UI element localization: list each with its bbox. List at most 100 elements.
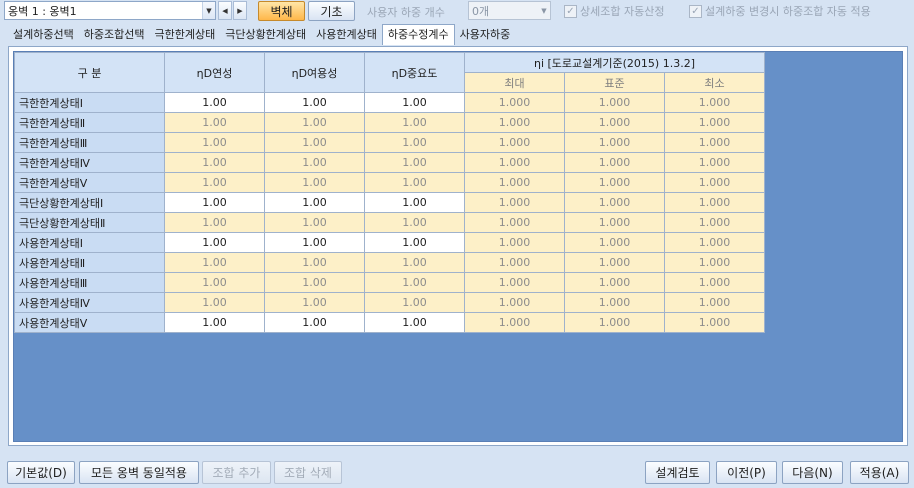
delete-combo-button[interactable]: 조합 삭제 xyxy=(274,461,342,484)
prev-wall-button[interactable]: ◀ xyxy=(218,1,232,20)
apply-button[interactable]: 적용(A) xyxy=(850,461,909,484)
ductility-cell[interactable]: 1.00 xyxy=(164,192,265,213)
next-button[interactable]: 다음(N) xyxy=(782,461,843,484)
tab-strength-limit[interactable]: 극한한계상태 xyxy=(149,25,220,45)
importance-cell: 1.00 xyxy=(364,132,465,153)
eta-min-cell: 1.000 xyxy=(664,112,765,133)
row-label: 사용한계상태Ⅰ xyxy=(14,232,165,253)
ductility-cell[interactable]: 1.00 xyxy=(164,312,265,333)
importance-cell[interactable]: 1.00 xyxy=(364,92,465,113)
table-row: 사용한계상태Ⅲ 1.00 1.00 1.00 1.000 1.000 1.000 xyxy=(14,272,765,293)
importance-cell[interactable]: 1.00 xyxy=(364,192,465,213)
row-label: 사용한계상태Ⅳ xyxy=(14,292,165,313)
add-combo-button[interactable]: 조합 추가 xyxy=(202,461,271,484)
importance-cell: 1.00 xyxy=(364,292,465,313)
eta-min-cell: 1.000 xyxy=(664,312,765,333)
load-modifier-table: 구 분 ηD연성 ηD여용성 ηD중요도 ηi [도로교설계기준(2015) 1… xyxy=(14,52,765,333)
importance-cell: 1.00 xyxy=(364,252,465,273)
table-row: 극한한계상태Ⅱ 1.00 1.00 1.00 1.000 1.000 1.000 xyxy=(14,112,765,133)
eta-max-cell: 1.000 xyxy=(464,92,565,113)
redundancy-cell[interactable]: 1.00 xyxy=(264,192,365,213)
redundancy-cell: 1.00 xyxy=(264,132,365,153)
table-row: 극한한계상태Ⅰ 1.00 1.00 1.00 1.000 1.000 1.000 xyxy=(14,92,765,113)
eta-max-cell: 1.000 xyxy=(464,292,565,313)
table-row: 극한한계상태Ⅳ 1.00 1.00 1.00 1.000 1.000 1.000 xyxy=(14,152,765,173)
tab-design-load-select[interactable]: 설계하중선택 xyxy=(8,25,79,45)
foundation-button[interactable]: 기초 xyxy=(308,1,355,21)
ductility-cell[interactable]: 1.00 xyxy=(164,232,265,253)
header-importance: ηD중요도 xyxy=(364,52,465,93)
auto-apply-combo-checkbox[interactable]: ✓ 설계하중 변경시 하중조합 자동 적용 xyxy=(689,3,871,19)
wall-select[interactable]: 옹벽 1 : 옹벽1 ▼ xyxy=(4,1,216,20)
tab-content-panel: 구 분 ηD연성 ηD여용성 ηD중요도 ηi [도로교설계기준(2015) 1… xyxy=(8,46,908,446)
apply-all-walls-button[interactable]: 모든 옹벽 동일적용 xyxy=(79,461,199,484)
ductility-cell: 1.00 xyxy=(164,252,265,273)
eta-min-cell: 1.000 xyxy=(664,252,765,273)
design-check-button[interactable]: 설계검토 xyxy=(645,461,710,484)
importance-cell[interactable]: 1.00 xyxy=(364,312,465,333)
header-max: 최대 xyxy=(464,72,565,93)
row-label: 극단상황한계상태Ⅱ xyxy=(14,212,165,233)
redundancy-cell[interactable]: 1.00 xyxy=(264,312,365,333)
tab-load-modifier[interactable]: 하중수정계수 xyxy=(381,24,455,45)
wall-body-button[interactable]: 벽체 xyxy=(258,1,305,21)
row-label: 극한한계상태Ⅱ xyxy=(14,112,165,133)
redundancy-cell[interactable]: 1.00 xyxy=(264,232,365,253)
redundancy-cell: 1.00 xyxy=(264,112,365,133)
table-row: 극한한계상태Ⅴ 1.00 1.00 1.00 1.000 1.000 1.000 xyxy=(14,172,765,193)
row-label: 사용한계상태Ⅴ xyxy=(14,312,165,333)
eta-max-cell: 1.000 xyxy=(464,152,565,173)
eta-max-cell: 1.000 xyxy=(464,272,565,293)
redundancy-cell[interactable]: 1.00 xyxy=(264,92,365,113)
eta-max-cell: 1.000 xyxy=(464,312,565,333)
detail-combo-auto-label: 상세조합 자동산정 xyxy=(580,5,665,18)
user-load-count-select[interactable]: 0개 ▼ xyxy=(468,1,551,20)
eta-std-cell: 1.000 xyxy=(564,92,665,113)
table-row: 사용한계상태Ⅳ 1.00 1.00 1.00 1.000 1.000 1.000 xyxy=(14,292,765,313)
ductility-cell: 1.00 xyxy=(164,172,265,193)
chevron-down-icon[interactable]: ▼ xyxy=(202,2,215,19)
eta-max-cell: 1.000 xyxy=(464,112,565,133)
eta-min-cell: 1.000 xyxy=(664,132,765,153)
redundancy-cell: 1.00 xyxy=(264,272,365,293)
table-row: 극한한계상태Ⅲ 1.00 1.00 1.00 1.000 1.000 1.000 xyxy=(14,132,765,153)
tab-user-load[interactable]: 사용자하중 xyxy=(455,25,516,45)
eta-max-cell: 1.000 xyxy=(464,252,565,273)
ductility-cell: 1.00 xyxy=(164,152,265,173)
importance-cell[interactable]: 1.00 xyxy=(364,232,465,253)
table-row: 극단상황한계상태Ⅱ 1.00 1.00 1.00 1.000 1.000 1.000 xyxy=(14,212,765,233)
eta-std-cell: 1.000 xyxy=(564,312,665,333)
auto-apply-combo-label: 설계하중 변경시 하중조합 자동 적용 xyxy=(705,5,871,18)
ductility-cell[interactable]: 1.00 xyxy=(164,92,265,113)
tab-service-limit[interactable]: 사용한계상태 xyxy=(311,25,382,45)
importance-cell: 1.00 xyxy=(364,112,465,133)
header-ductility: ηD연성 xyxy=(164,52,265,93)
eta-std-cell: 1.000 xyxy=(564,132,665,153)
detail-combo-auto-checkbox[interactable]: ✓ 상세조합 자동산정 xyxy=(564,3,664,19)
eta-max-cell: 1.000 xyxy=(464,232,565,253)
row-label: 극한한계상태Ⅴ xyxy=(14,172,165,193)
load-modifier-grid: 구 분 ηD연성 ηD여용성 ηD중요도 ηi [도로교설계기준(2015) 1… xyxy=(13,51,903,442)
user-load-count-value: 0개 xyxy=(472,4,490,18)
wall-select-value: 옹벽 1 : 옹벽1 xyxy=(8,4,77,18)
next-wall-button[interactable]: ▶ xyxy=(233,1,247,20)
row-label: 극단상황한계상태Ⅰ xyxy=(14,192,165,213)
eta-std-cell: 1.000 xyxy=(564,272,665,293)
table-row: 사용한계상태Ⅴ 1.00 1.00 1.00 1.000 1.000 1.000 xyxy=(14,312,765,333)
ductility-cell: 1.00 xyxy=(164,112,265,133)
chevron-down-icon: ▼ xyxy=(541,6,547,15)
importance-cell: 1.00 xyxy=(364,172,465,193)
row-label: 극한한계상태Ⅲ xyxy=(14,132,165,153)
eta-std-cell: 1.000 xyxy=(564,152,665,173)
row-label: 사용한계상태Ⅱ xyxy=(14,252,165,273)
default-button[interactable]: 기본값(D) xyxy=(7,461,75,484)
eta-std-cell: 1.000 xyxy=(564,292,665,313)
ductility-cell: 1.00 xyxy=(164,292,265,313)
ductility-cell: 1.00 xyxy=(164,132,265,153)
redundancy-cell: 1.00 xyxy=(264,152,365,173)
prev-button[interactable]: 이전(P) xyxy=(716,461,777,484)
eta-min-cell: 1.000 xyxy=(664,232,765,253)
redundancy-cell: 1.00 xyxy=(264,252,365,273)
tab-extreme-event-limit[interactable]: 극단상황한계상태 xyxy=(220,25,311,45)
tab-load-combo-select[interactable]: 하중조합선택 xyxy=(79,25,150,45)
